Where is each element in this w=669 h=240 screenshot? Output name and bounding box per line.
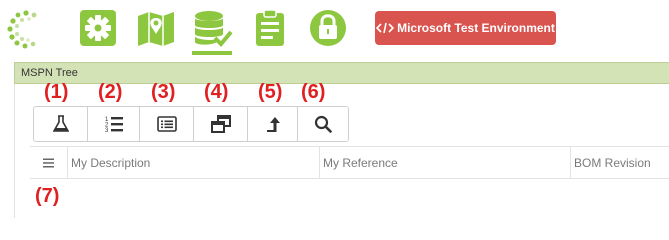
nav-settings[interactable] (76, 6, 120, 50)
app-logo[interactable] (4, 8, 48, 52)
numbered-list-icon: 1 2 3 (105, 117, 123, 133)
list-view-icon (156, 116, 177, 132)
column-header-bom-revision[interactable]: BOM Revision (570, 147, 669, 178)
database-check-icon (195, 11, 233, 47)
flask-button[interactable] (34, 107, 88, 141)
annotation-5: (5) (258, 81, 283, 103)
annotation-1: (1) (44, 81, 69, 103)
nav-lock[interactable] (306, 6, 350, 50)
arrow-up-icon (266, 117, 280, 132)
panel-title: MSPN Tree (21, 67, 78, 79)
map-icon (138, 12, 174, 46)
svg-text:3: 3 (105, 128, 109, 133)
environment-badge: Microsoft Test Environment (375, 11, 556, 45)
windows-icon (210, 115, 231, 133)
lock-icon (310, 10, 346, 46)
list-view-button[interactable] (140, 107, 194, 141)
move-up-button[interactable] (248, 107, 298, 141)
windows-button[interactable] (194, 107, 248, 141)
annotation-4: (4) (204, 81, 229, 103)
code-icon (376, 22, 395, 34)
column-label: My Reference (323, 155, 398, 170)
column-header-my-reference[interactable]: My Reference (319, 147, 570, 178)
annotation-3: (3) (151, 81, 176, 103)
annotation-2: (2) (98, 81, 123, 103)
top-navigation-bar: Microsoft Test Environment (0, 0, 669, 56)
nav-database[interactable] (190, 6, 234, 55)
numbered-list-button[interactable]: 1 2 3 (88, 107, 140, 141)
column-label: BOM Revision (574, 155, 651, 170)
hamburger-icon (43, 158, 54, 167)
column-menu-button[interactable] (30, 147, 67, 178)
nav-clipboard[interactable] (248, 6, 292, 50)
search-icon (314, 115, 332, 133)
column-header-my-description[interactable]: My Description (67, 147, 319, 178)
grid-header: My Description My Reference BOM Revision (30, 146, 669, 179)
tree-toolbar: 1 2 3 (33, 106, 349, 142)
flask-icon (52, 115, 69, 132)
search-button[interactable] (298, 107, 348, 141)
clipboard-icon (256, 9, 284, 46)
gear-icon (80, 10, 116, 46)
annotation-7: (7) (35, 185, 60, 207)
environment-label: Microsoft Test Environment (397, 21, 555, 35)
annotation-6: (6) (301, 81, 326, 103)
nav-map[interactable] (134, 6, 178, 50)
column-label: My Description (71, 155, 151, 170)
